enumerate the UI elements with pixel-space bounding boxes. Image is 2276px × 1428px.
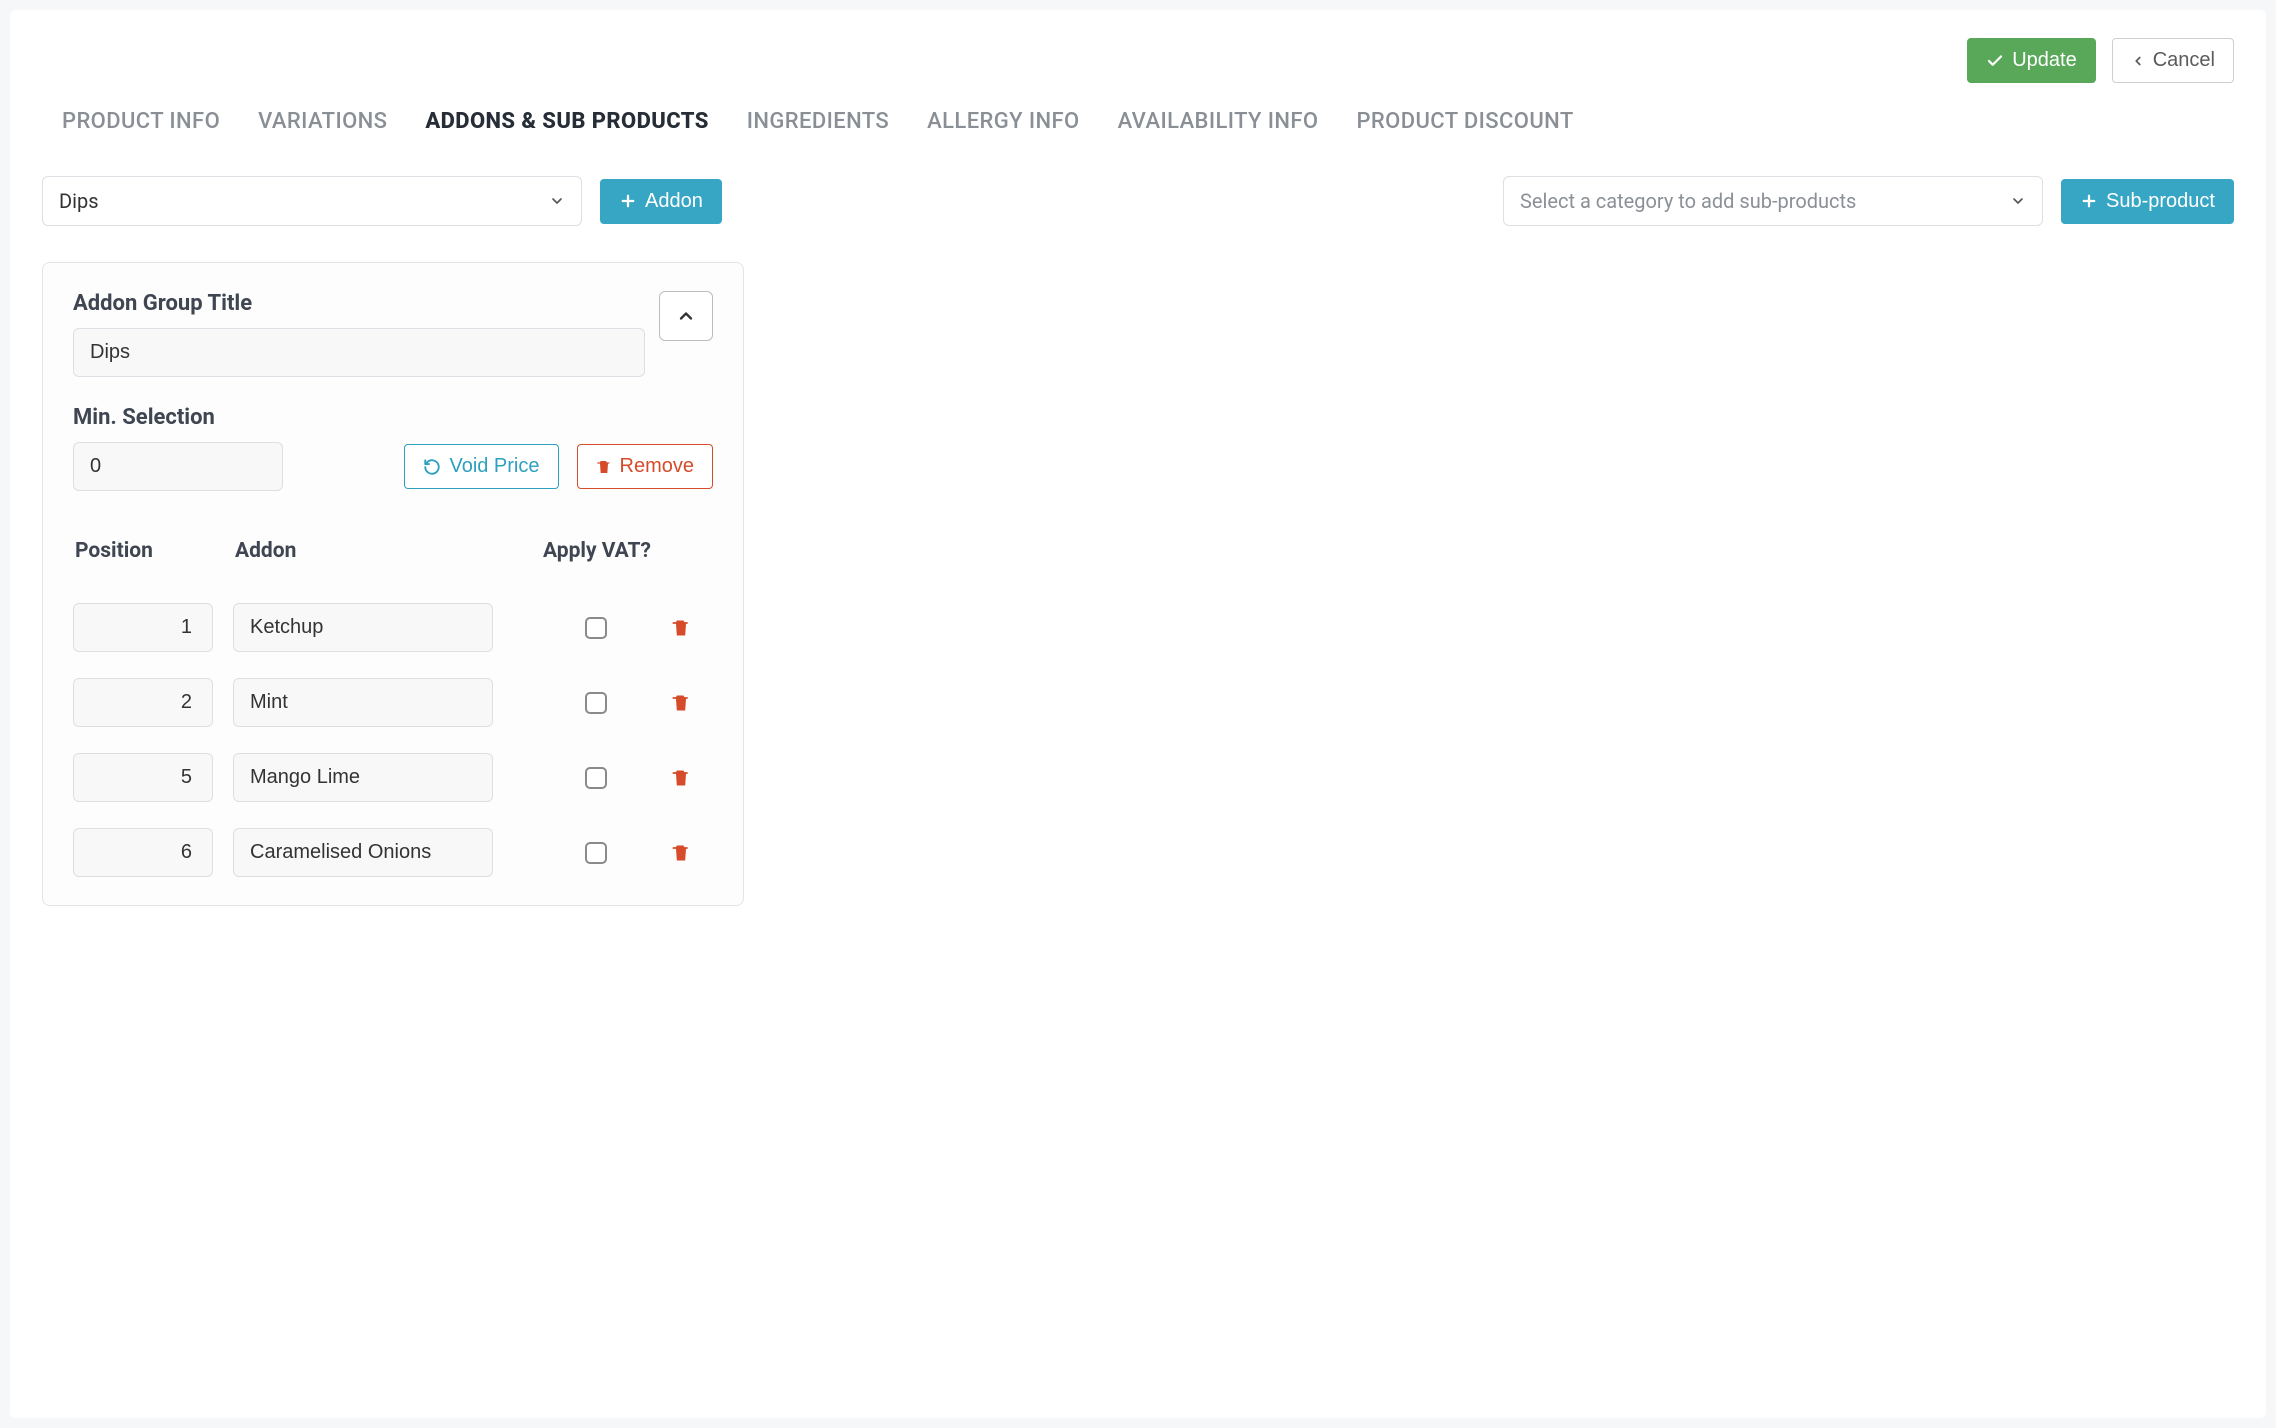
trash-icon (671, 843, 691, 863)
tab-availability-info[interactable]: AVAILABILITY INFO (1118, 109, 1319, 134)
addon-row (73, 678, 713, 727)
check-icon (1986, 52, 2004, 70)
col-vat: Apply VAT? (515, 539, 711, 563)
chevron-down-icon (2010, 193, 2026, 209)
min-selection-block: Min. Selection Void Price Remove (73, 405, 713, 491)
tab-allergy-info[interactable]: ALLERGY INFO (927, 109, 1079, 134)
tabs: PRODUCT INFO VARIATIONS ADDONS & SUB PRO… (42, 103, 2234, 150)
delete-row-button[interactable] (671, 843, 691, 863)
addon-toolbar: Dips Addon Select a category to add sub-… (42, 150, 2234, 262)
group-header: Addon Group Title (73, 291, 713, 377)
addon-category-select[interactable]: Dips (42, 176, 582, 226)
tab-product-discount[interactable]: PRODUCT DISCOUNT (1356, 109, 1573, 134)
top-actions: Update Cancel (42, 38, 2234, 83)
group-title-block: Addon Group Title (73, 291, 645, 377)
vat-cell (513, 767, 713, 789)
addon-row (73, 603, 713, 652)
subproduct-category-select[interactable]: Select a category to add sub-products (1503, 176, 2043, 226)
vat-checkbox[interactable] (585, 692, 607, 714)
addon-name-input[interactable] (233, 603, 493, 652)
vat-checkbox[interactable] (585, 767, 607, 789)
position-input[interactable] (73, 678, 213, 727)
min-selection-label: Min. Selection (73, 405, 713, 430)
vat-checkbox[interactable] (585, 842, 607, 864)
add-addon-button[interactable]: Addon (600, 179, 722, 224)
min-selection-input[interactable] (73, 442, 283, 491)
tab-variations[interactable]: VARIATIONS (258, 109, 387, 134)
void-price-label: Void Price (449, 455, 539, 478)
update-label: Update (2012, 49, 2077, 72)
add-subproduct-button[interactable]: Sub-product (2061, 179, 2234, 224)
remove-group-button[interactable]: Remove (577, 444, 713, 489)
add-addon-label: Addon (645, 190, 703, 213)
position-input[interactable] (73, 603, 213, 652)
cancel-button[interactable]: Cancel (2112, 38, 2234, 83)
group-title-input[interactable] (73, 328, 645, 377)
addon-name-input[interactable] (233, 828, 493, 877)
cancel-label: Cancel (2153, 49, 2215, 72)
trash-icon (671, 768, 691, 788)
tab-addons-subproducts[interactable]: ADDONS & SUB PRODUCTS (425, 109, 708, 134)
addon-row (73, 828, 713, 877)
addon-name-input[interactable] (233, 678, 493, 727)
chevron-down-icon (549, 193, 565, 209)
trash-icon (596, 459, 612, 475)
delete-row-button[interactable] (671, 618, 691, 638)
vat-checkbox[interactable] (585, 617, 607, 639)
vat-cell (513, 617, 713, 639)
addon-table-header: Position Addon Apply VAT? (73, 539, 713, 577)
product-edit-page: Update Cancel PRODUCT INFO VARIATIONS AD… (10, 10, 2266, 1418)
collapse-button[interactable] (659, 291, 713, 341)
col-position: Position (75, 539, 215, 563)
plus-icon (2080, 192, 2098, 210)
addon-row (73, 753, 713, 802)
void-price-button[interactable]: Void Price (404, 444, 558, 489)
tab-ingredients[interactable]: INGREDIENTS (747, 109, 889, 134)
addon-name-input[interactable] (233, 753, 493, 802)
addon-group-card: Addon Group Title Min. Selection Void Pr… (42, 262, 744, 906)
subproduct-category-placeholder: Select a category to add sub-products (1520, 189, 1856, 213)
col-addon: Addon (235, 539, 495, 563)
delete-row-button[interactable] (671, 768, 691, 788)
undo-icon (423, 458, 441, 476)
position-input[interactable] (73, 753, 213, 802)
update-button[interactable]: Update (1967, 38, 2096, 83)
delete-row-button[interactable] (671, 693, 691, 713)
vat-cell (513, 692, 713, 714)
trash-icon (671, 693, 691, 713)
group-title-label: Addon Group Title (73, 291, 645, 316)
plus-icon (619, 192, 637, 210)
chevron-left-icon (2131, 54, 2145, 68)
vat-cell (513, 842, 713, 864)
tab-product-info[interactable]: PRODUCT INFO (62, 109, 220, 134)
chevron-up-icon (676, 306, 696, 326)
addon-category-value: Dips (59, 189, 99, 213)
trash-icon (671, 618, 691, 638)
remove-group-label: Remove (620, 455, 694, 478)
add-subproduct-label: Sub-product (2106, 190, 2215, 213)
position-input[interactable] (73, 828, 213, 877)
min-controls: Void Price Remove (73, 442, 713, 491)
